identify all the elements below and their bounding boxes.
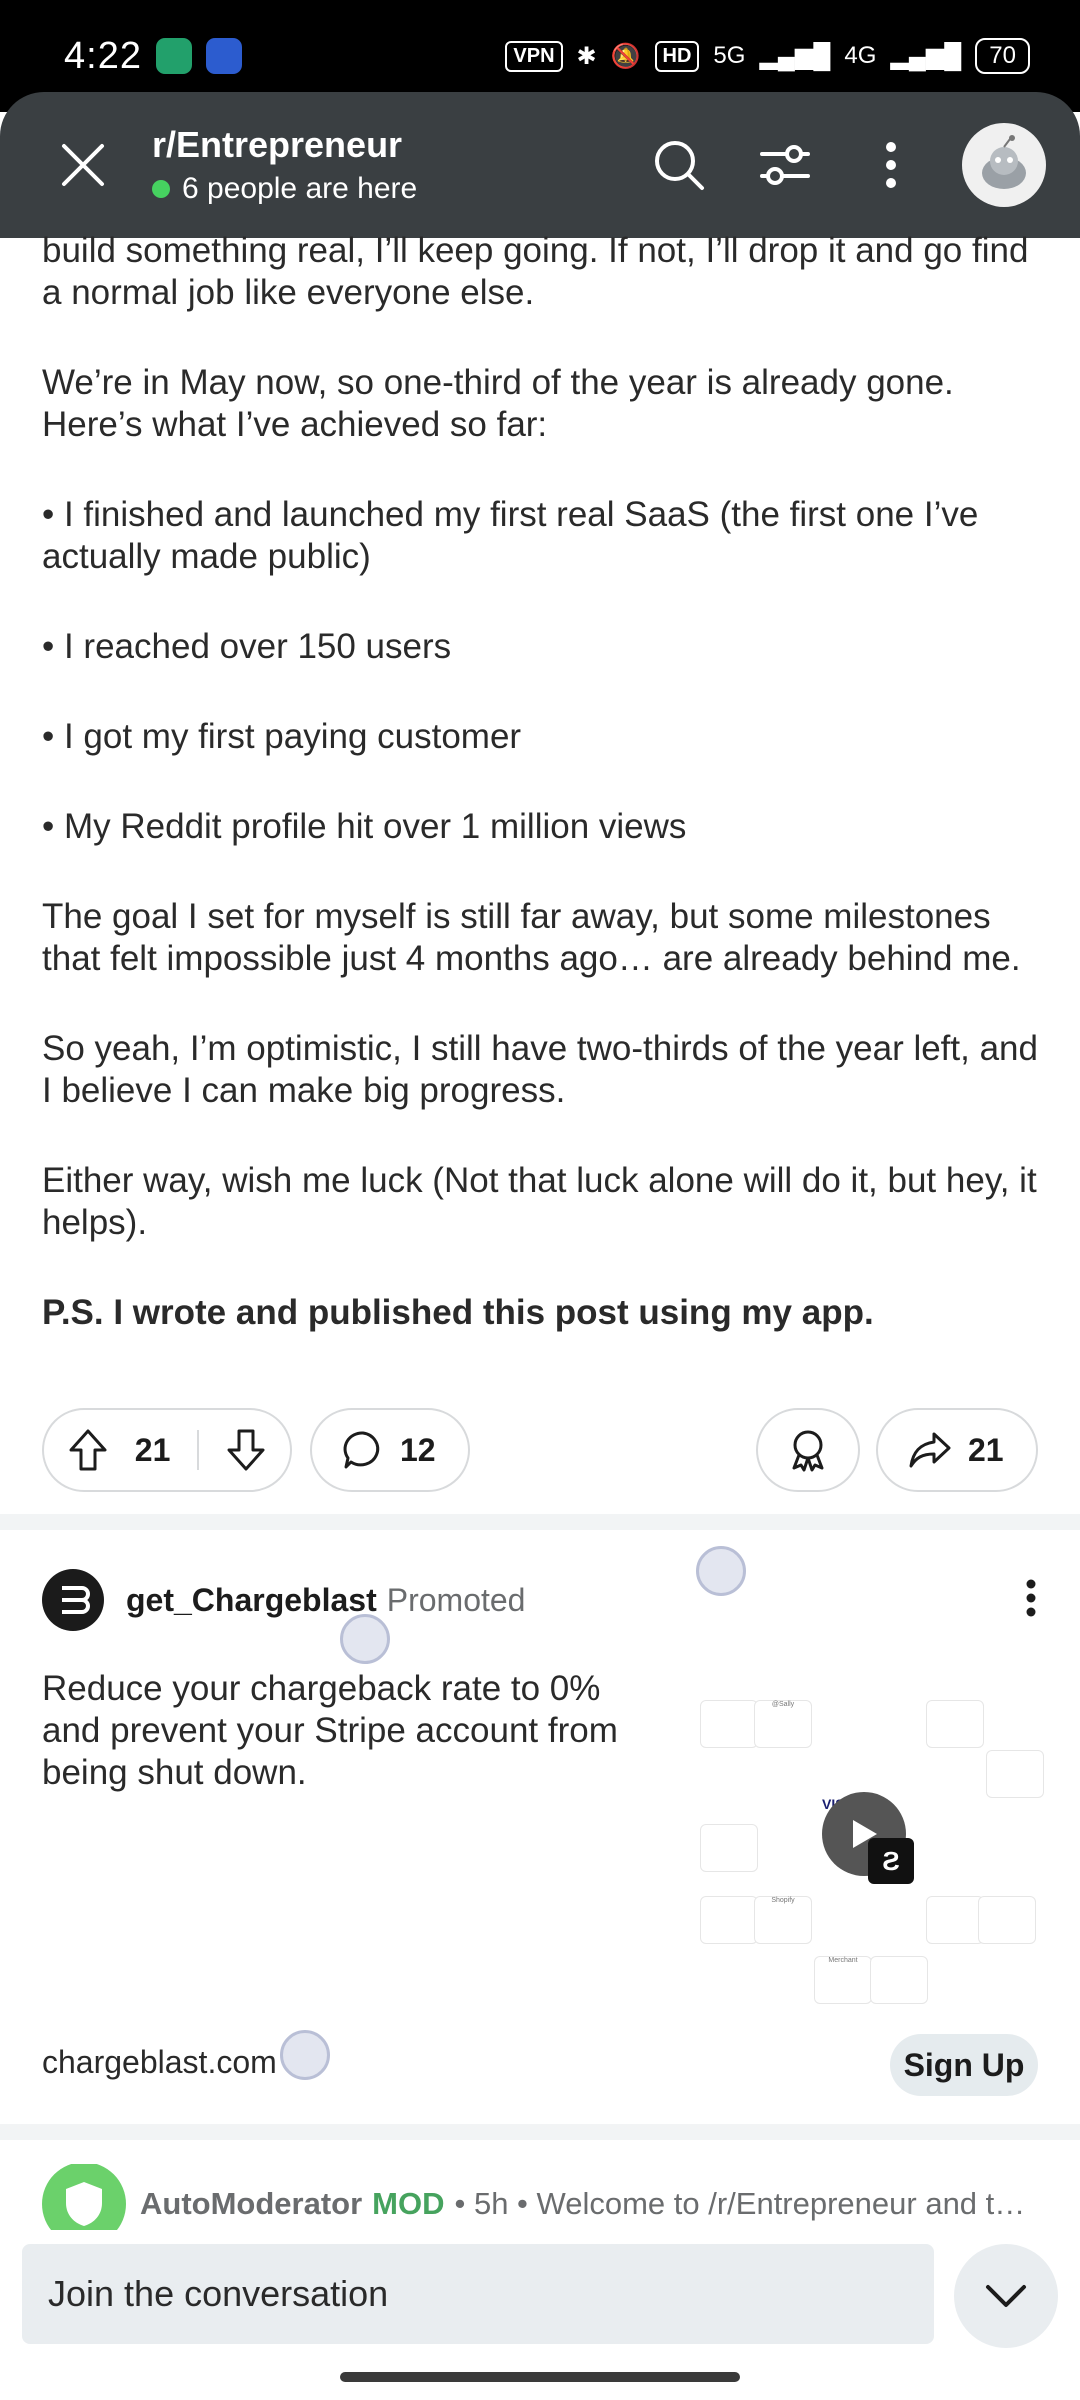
post-bullet: • My Reddit profile hit over 1 million v…: [42, 807, 687, 846]
close-button[interactable]: [48, 130, 118, 200]
vote-separator: [197, 1430, 200, 1470]
signal-bars-icon-2: ▂▄▆█: [890, 42, 962, 70]
vote-control: 21: [42, 1408, 292, 1492]
subreddit-header: r/Entrepreneur 6 people are here: [0, 92, 1080, 238]
post-bullet: • I finished and launched my first real …: [42, 495, 979, 576]
post-paragraph: We’re in May now, so one-third of the ye…: [42, 363, 954, 444]
media-card: [926, 1700, 984, 1748]
award-icon: [792, 1430, 824, 1472]
kebab-menu-icon: [1026, 1579, 1036, 1616]
battery-icon: 70: [975, 38, 1030, 74]
bluetooth-icon: ✱: [576, 42, 597, 70]
collapse-button[interactable]: [954, 2244, 1058, 2348]
app-notification-icon-2: [205, 38, 242, 74]
touch-indicator: [280, 2030, 330, 2080]
section-divider: [0, 2124, 1080, 2140]
touch-indicator: [696, 1546, 746, 1596]
media-card: Merchant: [814, 1956, 872, 2004]
promo-more-options-button[interactable]: [1024, 1578, 1038, 1623]
mute-bell-icon: 🔕: [610, 42, 641, 70]
media-card-label: @Sally: [771, 1701, 795, 1708]
promoted-label: Promoted: [386, 1581, 526, 1618]
media-card: [926, 1896, 984, 1944]
share-count: 21: [968, 1431, 1004, 1468]
award-button[interactable]: [756, 1408, 860, 1492]
media-card: [870, 1956, 928, 2004]
post-paragraph: build something real, I’ll keep going. I…: [42, 231, 1029, 312]
media-card: [700, 1700, 758, 1748]
automod-username[interactable]: AutoModerator: [140, 2186, 362, 2222]
shield-icon: [66, 2182, 102, 2226]
share-button[interactable]: 21: [876, 1408, 1038, 1492]
presence-indicator: 6 people are here: [152, 172, 417, 206]
media-card-label: Shopify: [771, 1897, 795, 1904]
promo-domain[interactable]: chargeblast.com: [42, 2044, 277, 2081]
header-actions: [644, 123, 1046, 207]
post-bullet: • I reached over 150 users: [42, 627, 452, 666]
sign-up-button[interactable]: Sign Up: [890, 2034, 1038, 2096]
user-avatar[interactable]: [962, 123, 1046, 207]
more-options-button[interactable]: [856, 130, 926, 200]
downvote-icon[interactable]: [226, 1428, 266, 1472]
sliders-icon: [760, 145, 810, 185]
post-paragraph: The goal I set for myself is still far a…: [42, 897, 1021, 978]
presence-text: 6 people are here: [182, 172, 418, 205]
vpn-icon: VPN: [505, 40, 563, 72]
vote-count: 21: [134, 1431, 171, 1468]
home-indicator[interactable]: [340, 2372, 740, 2382]
close-icon: [62, 144, 104, 186]
upvote-icon[interactable]: [68, 1428, 108, 1472]
media-card: [700, 1896, 758, 1944]
promoted-post-header: get_Chargeblast Promoted: [42, 1568, 1038, 1632]
touch-indicator: [340, 1614, 390, 1664]
signal-4g-icon: 4G: [844, 42, 877, 69]
media-card-label: Merchant: [828, 1957, 858, 1964]
post-paragraph-ps: P.S. I wrote and published this post usi…: [42, 1293, 874, 1332]
share-icon: [909, 1432, 951, 1468]
automod-preview: • 5h • Welcome to /r/Entrepreneur and th…: [454, 2186, 1038, 2221]
clock: 4:22: [64, 34, 142, 77]
comments-button[interactable]: 12: [310, 1408, 470, 1492]
section-divider: [0, 1514, 1080, 1530]
chevron-down-icon: [986, 2285, 1026, 2307]
filter-button[interactable]: [750, 130, 820, 200]
snoo-avatar-icon: [982, 135, 1026, 189]
media-card: [978, 1896, 1036, 1944]
app-notification-icon: [155, 38, 192, 74]
post-action-bar: 21 12 21: [42, 1408, 1038, 1492]
media-card: @Sally: [754, 1700, 812, 1748]
signal-5g-icon: 5G: [713, 42, 746, 69]
post-paragraph: Either way, wish me luck (Not that luck …: [42, 1161, 1037, 1242]
signal-bars-icon: ▂▄▆█: [759, 42, 831, 70]
subreddit-name: r/Entrepreneur: [152, 124, 403, 165]
post-body: build something real, I’ll keep going. I…: [42, 230, 1042, 1382]
join-conversation-input[interactable]: Join the conversation: [22, 2244, 934, 2344]
chargeblast-logo-icon: [62, 1586, 90, 1614]
promo-headline[interactable]: Reduce your chargeback rate to 0% and pr…: [42, 1668, 652, 1794]
search-icon: [655, 141, 704, 190]
online-dot-icon: [152, 180, 170, 198]
chargeblast-badge-icon: Ƨ: [868, 1838, 914, 1884]
advertiser-logo[interactable]: [42, 1569, 104, 1631]
post-paragraph: So yeah, I’m optimistic, I still have tw…: [42, 1029, 1038, 1110]
advertiser-name[interactable]: get_Chargeblast: [126, 1582, 377, 1619]
post-bullet: • I got my first paying customer: [42, 717, 522, 756]
status-indicators: VPN ✱ 🔕 HD 5G ▂▄▆█ 4G ▂▄▆█ 70: [505, 38, 1030, 74]
promo-video-thumbnail[interactable]: @Sally Shopify Merchant VISA Ƨ: [690, 1700, 1044, 2010]
hd-icon: HD: [654, 40, 700, 72]
comment-count: 12: [400, 1431, 436, 1468]
subreddit-info[interactable]: r/Entrepreneur 6 people are here: [152, 124, 417, 206]
media-card: [700, 1824, 758, 1872]
media-card: [986, 1750, 1044, 1798]
comment-icon: [343, 1431, 380, 1469]
search-button[interactable]: [644, 130, 714, 200]
media-card: Shopify: [754, 1896, 812, 1944]
mod-badge: MOD: [372, 2186, 445, 2221]
kebab-menu-icon: [886, 142, 896, 188]
